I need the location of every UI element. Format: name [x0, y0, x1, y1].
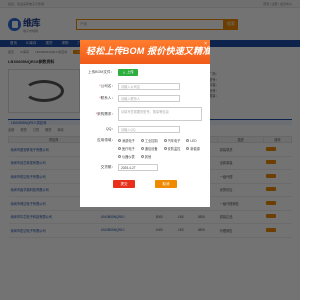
industry-options: 消费电子 工业控制 汽车电子 LED 医疗电子 通信设备 安防监控 新能源 仪器…	[118, 138, 202, 159]
contact-input[interactable]: 请输入联系人	[118, 95, 180, 102]
industry-label: 应用领域：	[97, 138, 115, 142]
modal-body: 上传BOM文件： ⇧ 上传 *公司名： 请输入公司名 *联系人： 请输入联系人 …	[80, 64, 210, 188]
date-label: 交货期：	[100, 165, 115, 169]
radio-icon	[186, 147, 190, 150]
radio-icon	[186, 139, 190, 142]
industry-option[interactable]: 消费电子	[118, 138, 137, 143]
industry-option[interactable]: LED	[186, 138, 202, 143]
modal-title: 轻松上传BOM 报价快速又精准	[86, 46, 210, 56]
upload-button-label: 上传	[126, 70, 134, 74]
industry-option[interactable]: 医疗电子	[118, 146, 137, 151]
industry-option[interactable]: 工业控制	[140, 138, 160, 143]
close-icon[interactable]: ×	[204, 42, 207, 47]
qq-label: QQ：	[105, 127, 115, 131]
industry-row: 应用领域： 消费电子 工业控制 汽车电子 LED 医疗电子 通信设备 安防监控 …	[88, 138, 202, 159]
radio-icon	[118, 155, 121, 158]
demand-label: *采购需求：	[95, 111, 115, 116]
company-input[interactable]: 请输入公司名	[118, 83, 180, 90]
cancel-button[interactable]: 取消	[155, 180, 177, 188]
radio-icon	[163, 139, 167, 142]
radio-icon	[118, 139, 121, 142]
upload-row: 上传BOM文件： ⇧ 上传	[88, 69, 202, 76]
modal-header: 轻松上传BOM 报价快速又精准 ×	[80, 40, 210, 64]
radio-icon	[118, 147, 121, 150]
industry-option[interactable]: 仪器仪表	[118, 154, 137, 159]
qq-row: QQ： 请输入QQ	[88, 126, 202, 133]
qq-input[interactable]: 请输入QQ	[118, 126, 180, 133]
industry-option[interactable]: 新能源	[186, 146, 202, 151]
bom-upload-modal: 轻松上传BOM 报价快速又精准 × 上传BOM文件： ⇧ 上传 *公司名： 请输…	[80, 40, 210, 207]
upload-button[interactable]: ⇧ 上传	[118, 69, 139, 76]
demand-row: *采购需求： 请填写您需要的型号、数量等信息	[88, 107, 202, 121]
company-row: *公司名： 请输入公司名	[88, 83, 202, 90]
upload-icon: ⇧	[122, 70, 126, 75]
contact-label: *联系人：	[99, 96, 115, 100]
date-row: 交货期： 2025-4-27	[88, 164, 202, 171]
industry-option[interactable]: 安防监控	[163, 146, 183, 151]
modal-actions: 提交 取消	[88, 180, 202, 188]
radio-icon	[140, 155, 144, 158]
submit-button[interactable]: 提交	[113, 180, 135, 188]
radio-icon	[140, 139, 144, 142]
industry-option[interactable]: 通信设备	[140, 146, 160, 151]
demand-textarea[interactable]: 请填写您需要的型号、数量等信息	[118, 107, 202, 121]
industry-option[interactable]: 汽车电子	[163, 138, 183, 143]
upload-label: 上传BOM文件：	[88, 70, 115, 74]
date-input[interactable]: 2025-4-27	[118, 164, 158, 171]
industry-option[interactable]: 其他	[140, 154, 160, 159]
contact-row: *联系人： 请输入联系人	[88, 95, 202, 102]
company-label: *公司名：	[99, 84, 115, 88]
radio-icon	[140, 147, 144, 150]
radio-icon	[163, 147, 167, 150]
